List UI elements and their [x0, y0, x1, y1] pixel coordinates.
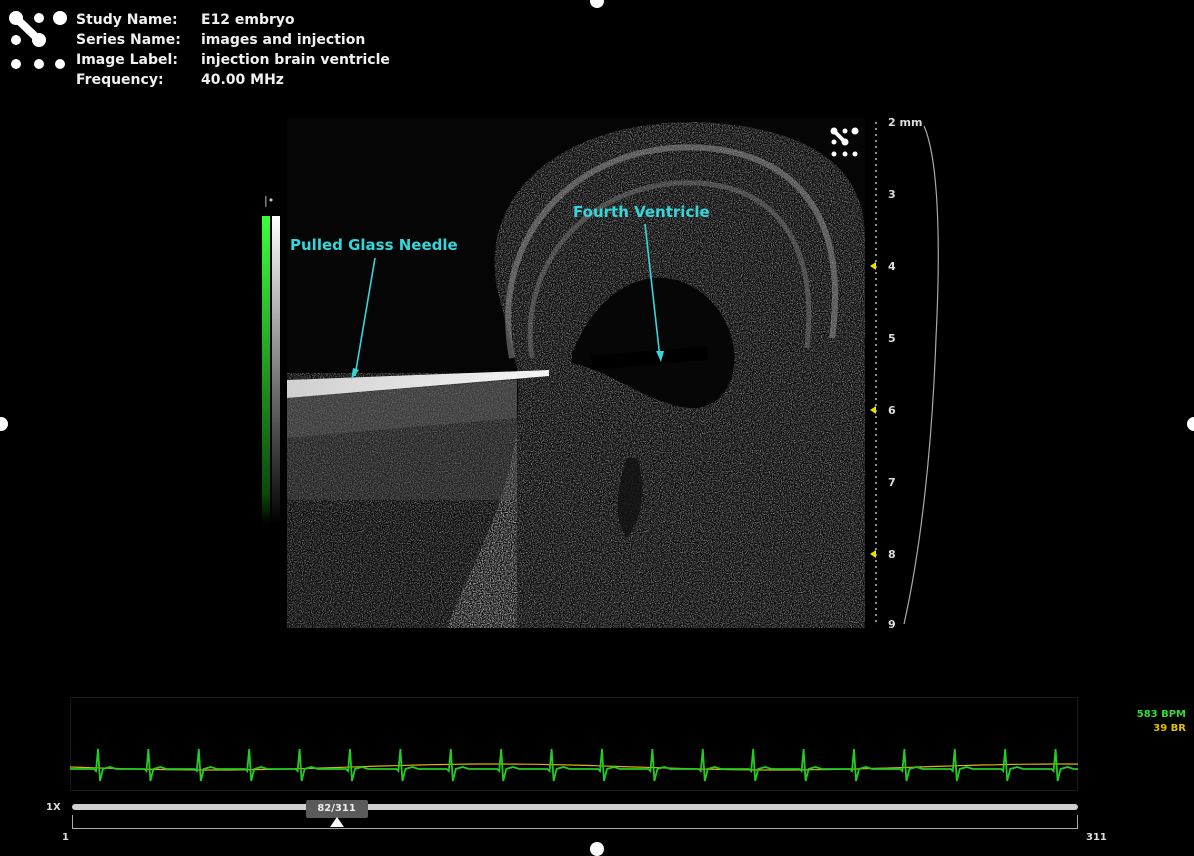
range-start-label: 1 [62, 832, 69, 843]
image-label-value: injection brain ventricle [201, 52, 390, 68]
depth-label: 9 [888, 618, 896, 631]
series-name-label: Series Name: [76, 32, 181, 48]
respiration-rate: 39 BR [1153, 723, 1186, 734]
depth-label: 4 [888, 260, 896, 273]
frequency-value: 40.00 MHz [201, 72, 284, 88]
ultrasound-image[interactable] [287, 118, 865, 628]
gray-map-bar [262, 216, 280, 524]
depth-scale: 2 mm 3 4 5 6 7 8 9 [866, 116, 946, 634]
ventricle-annotation-label: Fourth Ventricle [573, 203, 710, 221]
timeline-thumb[interactable] [329, 817, 344, 827]
frequency-label: Frequency: [76, 72, 164, 88]
range-end-label: 311 [1086, 832, 1107, 843]
vitals-readout: 583 BPM 39 BR [1137, 708, 1186, 736]
frame-handle-bottom[interactable] [590, 842, 604, 856]
image-label-label: Image Label: [76, 52, 178, 68]
frame-handle-right[interactable] [1187, 417, 1194, 431]
depth-label: 3 [888, 188, 896, 201]
depth-label-2mm: 2 mm [888, 116, 923, 129]
frame-handle-top[interactable] [590, 0, 604, 8]
depth-label: 5 [888, 332, 896, 345]
study-name-value: E12 embryo [201, 12, 295, 28]
frame-handle-left[interactable] [0, 417, 8, 431]
needle-annotation-label: Pulled Glass Needle [290, 236, 458, 254]
timeline-slider[interactable] [72, 804, 1078, 810]
gray-map-marker: |• [264, 194, 275, 207]
playback-speed[interactable]: 1X [46, 802, 61, 813]
ecg-trace-panel [70, 697, 1078, 791]
timeline-range-track[interactable] [72, 815, 1078, 829]
heart-rate: 583 BPM [1136, 709, 1186, 720]
depth-label: 8 [888, 548, 896, 561]
series-name-value: images and injection [201, 32, 366, 48]
visualsonics-logo-icon [9, 11, 67, 69]
study-name-label: Study Name: [76, 12, 178, 28]
depth-label: 7 [888, 476, 896, 489]
study-info-panel: Study Name: E12 embryo Series Name: images… [76, 10, 390, 90]
depth-label: 6 [888, 404, 896, 417]
